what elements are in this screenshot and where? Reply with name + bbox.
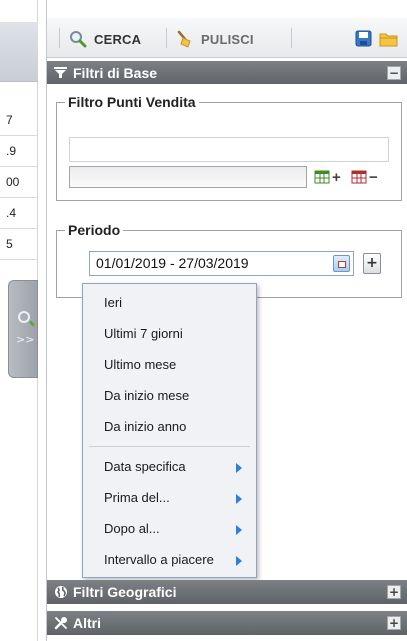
- search-button-label: CERCA: [94, 31, 142, 47]
- table-row[interactable]: .9: [0, 136, 38, 167]
- table-cell: 00: [6, 175, 20, 189]
- menu-item-label: Da inizio mese: [104, 388, 190, 403]
- store-filter-legend: Filtro Punti Vendita: [68, 94, 196, 110]
- table-row[interactable]: .4: [0, 198, 38, 229]
- search-icon: [70, 31, 87, 48]
- section-header-geo-filters[interactable]: Filtri Geografici +: [47, 580, 407, 604]
- menu-item-label: Ieri: [104, 295, 123, 310]
- grid-add-icon: [314, 170, 330, 184]
- table-row[interactable]: 00: [0, 167, 38, 198]
- menu-separator: [89, 446, 250, 447]
- add-store-button[interactable]: +: [314, 168, 341, 186]
- filter-panel: CERCA PULISCI Filtri di Base − Filtro Pu…: [46, 0, 407, 641]
- results-table-strip: 7 .9 00 .4 5 >>: [0, 0, 38, 641]
- tools-icon: [54, 617, 67, 630]
- clear-button-label: PULISCI: [201, 31, 254, 47]
- collapse-toggle-button[interactable]: −: [387, 66, 401, 80]
- submenu-arrow-icon: [236, 525, 242, 535]
- submenu-arrow-icon: [236, 494, 242, 504]
- expand-search-panel-handle[interactable]: >>: [8, 280, 38, 378]
- menu-item-custom-range[interactable]: Intervallo a piacere: [83, 546, 256, 574]
- broom-icon: [177, 30, 191, 48]
- clear-button[interactable]: PULISCI: [176, 28, 254, 50]
- period-preset-menu: Ieri Ultimi 7 giorni Ultimo mese Da iniz…: [82, 283, 257, 578]
- table-row[interactable]: 5: [0, 229, 38, 260]
- search-expand-icon: [18, 311, 30, 323]
- menu-item-label: Ultimi 7 giorni: [104, 326, 183, 341]
- save-icon[interactable]: [355, 30, 372, 47]
- menu-item-before[interactable]: Prima del...: [83, 484, 256, 512]
- table-cell: .9: [6, 144, 17, 158]
- submenu-arrow-icon: [236, 556, 242, 566]
- section-title: Altri: [73, 615, 101, 631]
- menu-item-specific-date[interactable]: Data specifica: [83, 453, 256, 481]
- filter-icon: [54, 67, 67, 78]
- remove-store-button[interactable]: −: [351, 168, 378, 186]
- grid-remove-icon: [351, 170, 367, 184]
- store-search-input[interactable]: [69, 166, 307, 188]
- date-range-value: 01/01/2019 - 27/03/2019: [96, 255, 249, 271]
- menu-item-label: Da inizio anno: [104, 419, 187, 434]
- add-symbol: +: [332, 168, 341, 186]
- calendar-icon[interactable]: [333, 255, 350, 272]
- folder-icon[interactable]: [379, 31, 398, 47]
- toolbar-separator: [166, 28, 167, 48]
- table-cell: 7: [6, 113, 13, 127]
- menu-item-year-to-date[interactable]: Da inizio anno: [83, 413, 256, 441]
- menu-item-last-7-days[interactable]: Ultimi 7 giorni: [83, 320, 256, 348]
- expand-toggle-button[interactable]: +: [387, 585, 401, 599]
- menu-item-label: Ultimo mese: [104, 357, 177, 372]
- toolbar-separator: [291, 28, 292, 48]
- store-filter-group: Filtro Punti Vendita + −: [56, 94, 402, 201]
- menu-item-last-month[interactable]: Ultimo mese: [83, 351, 256, 379]
- table-row[interactable]: 7: [0, 105, 38, 136]
- search-button[interactable]: CERCA: [69, 28, 141, 50]
- menu-item-label: Data specifica: [104, 459, 186, 474]
- date-range-input[interactable]: 01/01/2019 - 27/03/2019: [89, 251, 354, 276]
- menu-item-label: Dopo al...: [104, 521, 160, 536]
- menu-item-month-to-date[interactable]: Da inizio mese: [83, 382, 256, 410]
- table-header: [0, 22, 38, 82]
- table-cell: 5: [6, 237, 13, 251]
- period-legend: Periodo: [68, 222, 121, 238]
- add-period-button[interactable]: +: [363, 253, 381, 274]
- section-title: Filtri Geografici: [73, 584, 177, 600]
- remove-symbol: −: [369, 168, 378, 186]
- menu-item-label: Prima del...: [104, 490, 170, 505]
- toolbar-separator: [59, 28, 60, 48]
- expand-toggle-button[interactable]: +: [387, 616, 401, 630]
- expand-arrows-icon: >>: [16, 333, 35, 346]
- section-header-other-filters[interactable]: Altri +: [47, 611, 407, 635]
- filter-toolbar: CERCA PULISCI: [47, 18, 407, 58]
- table-cell: .4: [6, 206, 17, 220]
- menu-item-after[interactable]: Dopo al...: [83, 515, 256, 543]
- section-title: Filtri di Base: [73, 65, 158, 81]
- section-header-base-filters[interactable]: Filtri di Base −: [47, 61, 407, 85]
- menu-item-yesterday[interactable]: Ieri: [83, 289, 256, 317]
- globe-icon: [55, 586, 67, 598]
- selected-stores-list[interactable]: [69, 137, 389, 162]
- menu-item-label: Intervallo a piacere: [104, 552, 214, 567]
- submenu-arrow-icon: [236, 463, 242, 473]
